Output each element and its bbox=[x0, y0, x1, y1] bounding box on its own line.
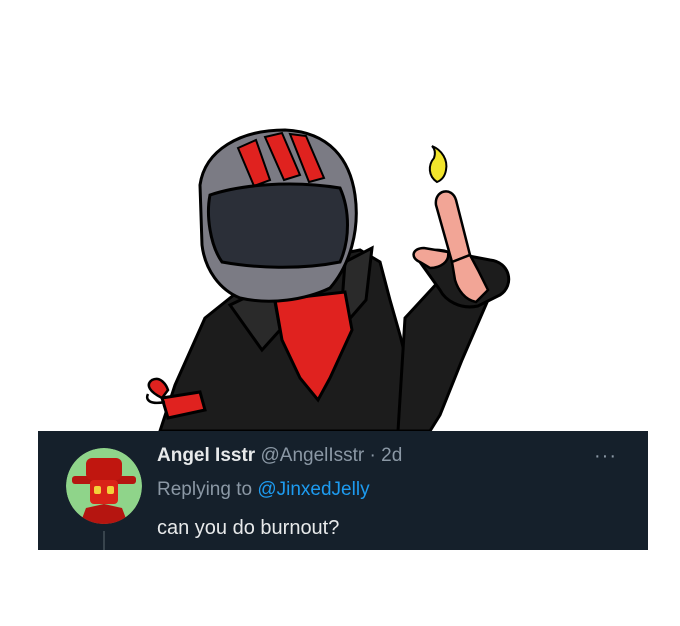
avatar-image bbox=[66, 448, 142, 524]
flame-icon bbox=[428, 145, 448, 184]
band-knot bbox=[147, 377, 170, 400]
tweet-card[interactable]: Angel Isstr @AngelIsstr · 2d ··· Replyin… bbox=[38, 431, 648, 550]
more-options-icon[interactable]: ··· bbox=[594, 445, 617, 468]
reply-prefix: Replying to bbox=[157, 479, 253, 500]
tweet-header: Angel Isstr @AngelIsstr · 2d bbox=[157, 445, 402, 467]
finger-thumb bbox=[412, 246, 450, 270]
timestamp[interactable]: 2d bbox=[381, 445, 402, 466]
visor bbox=[207, 182, 349, 269]
avatar[interactable] bbox=[66, 448, 142, 524]
user-handle[interactable]: @AngelIsstr bbox=[260, 445, 364, 466]
thread-line bbox=[103, 531, 105, 550]
reply-mention-link[interactable]: @JinxedJelly bbox=[257, 479, 369, 500]
separator-dot: · bbox=[369, 445, 376, 466]
tweet-text: can you do burnout? bbox=[157, 517, 340, 539]
replying-to: Replying to @JinxedJelly bbox=[157, 479, 370, 501]
display-name[interactable]: Angel Isstr bbox=[157, 445, 255, 466]
